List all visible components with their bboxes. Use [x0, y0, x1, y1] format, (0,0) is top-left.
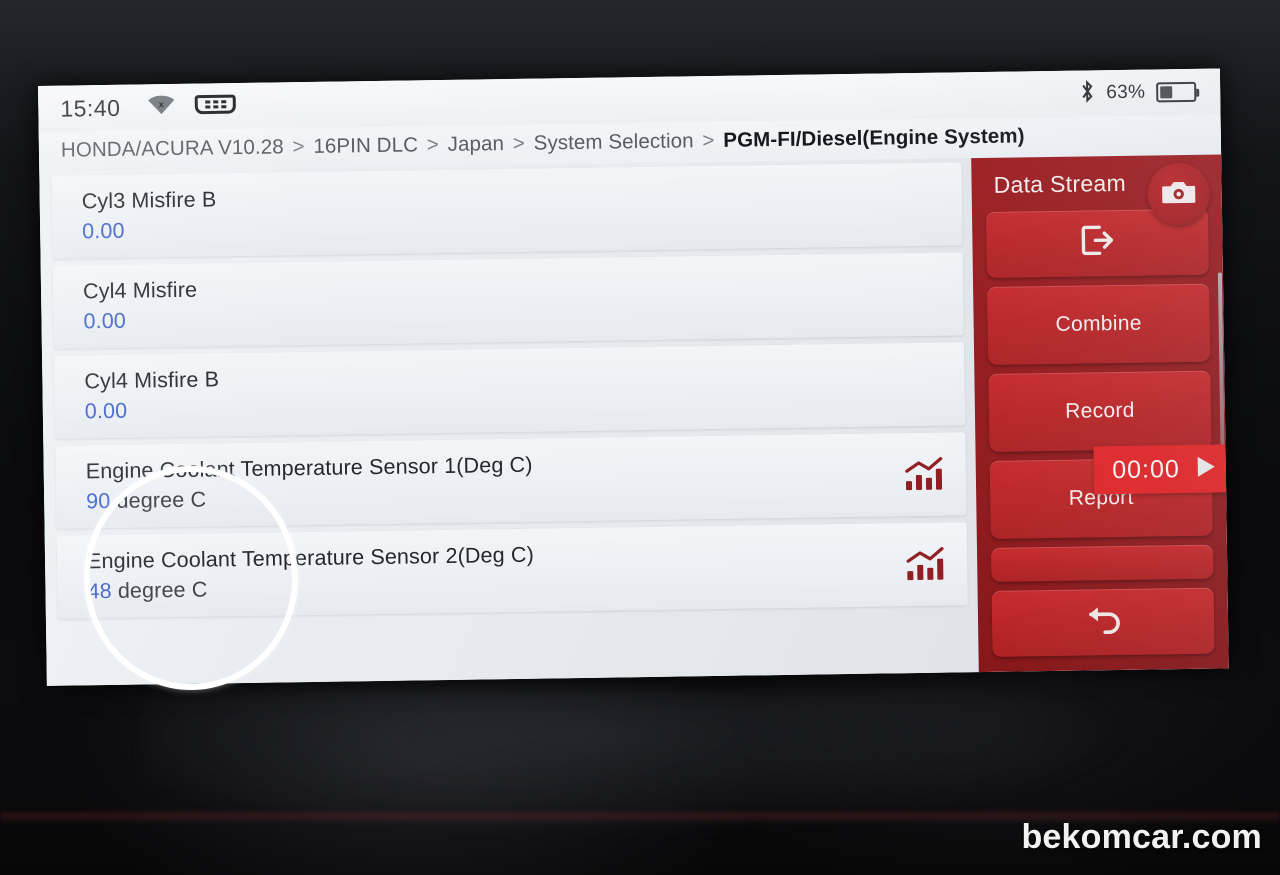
table-row[interactable]: Cyl4 Misfire 0.00 — [52, 252, 964, 349]
table-row[interactable]: Cyl3 Misfire B 0.00 — [51, 162, 963, 259]
content-area: Cyl3 Misfire B 0.00 Cyl4 Misfire 0.00 Cy… — [39, 154, 1229, 686]
combine-button[interactable]: Combine — [987, 283, 1211, 365]
back-arrow-icon — [1079, 602, 1128, 643]
breadcrumb-sep: > — [512, 131, 526, 155]
back-button[interactable] — [991, 587, 1215, 657]
bar-chart-icon — [905, 456, 943, 490]
play-icon[interactable] — [1194, 453, 1218, 484]
breadcrumb-sep: > — [292, 135, 305, 159]
camera-icon — [1161, 177, 1196, 211]
record-button[interactable]: Record — [988, 370, 1212, 452]
graph-slot — [897, 384, 949, 385]
breadcrumb-sep: > — [702, 128, 715, 153]
status-clock: 15:40 — [60, 94, 121, 122]
table-row[interactable]: Engine Coolant Temperature Sensor 1(Deg … — [55, 432, 967, 529]
data-stream-list[interactable]: Cyl3 Misfire B 0.00 Cyl4 Misfire 0.00 Cy… — [39, 158, 979, 686]
graph-slot — [894, 204, 946, 205]
watermark: bekomcar.com — [1021, 818, 1262, 856]
spacer-button[interactable] — [990, 544, 1214, 582]
tool-panel: Data Stream Combine Record Report 00:00 — [971, 154, 1229, 673]
graph-slot — [895, 294, 947, 295]
record-timer[interactable]: 00:00 — [1093, 444, 1229, 495]
table-row[interactable]: Cyl4 Misfire B 0.00 — [54, 342, 966, 439]
breadcrumb-item-0[interactable]: HONDA/ACURA V10.28 — [61, 135, 284, 161]
battery-icon — [1156, 81, 1197, 103]
graph-button[interactable] — [899, 546, 952, 583]
breadcrumb-current: PGM-FI/Diesel(Engine System) — [723, 124, 1025, 152]
svg-text:x: x — [159, 99, 164, 109]
diagnostic-tablet: 15:40 x 63% HONDA/ACURA V10.28 > 16PIN D… — [38, 68, 1229, 686]
battery-percent: 63% — [1106, 81, 1146, 104]
graph-button[interactable] — [898, 456, 951, 493]
breadcrumb-item-3[interactable]: System Selection — [534, 129, 694, 154]
vci-connector-icon — [194, 92, 236, 122]
wifi-off-icon: x — [146, 93, 176, 120]
bluetooth-icon — [1079, 79, 1095, 108]
tablet-screen: 15:40 x 63% HONDA/ACURA V10.28 > 16PIN D… — [38, 68, 1229, 686]
breadcrumb-item-1[interactable]: 16PIN DLC — [313, 133, 418, 158]
exit-icon — [1077, 223, 1118, 264]
breadcrumb-sep: > — [426, 133, 440, 157]
table-row[interactable]: Engine Coolant Temperature Sensor 2(Deg … — [56, 522, 968, 619]
breadcrumb-item-2[interactable]: Japan — [448, 132, 505, 156]
timer-text: 00:00 — [1112, 454, 1181, 484]
bar-chart-icon — [906, 546, 944, 580]
